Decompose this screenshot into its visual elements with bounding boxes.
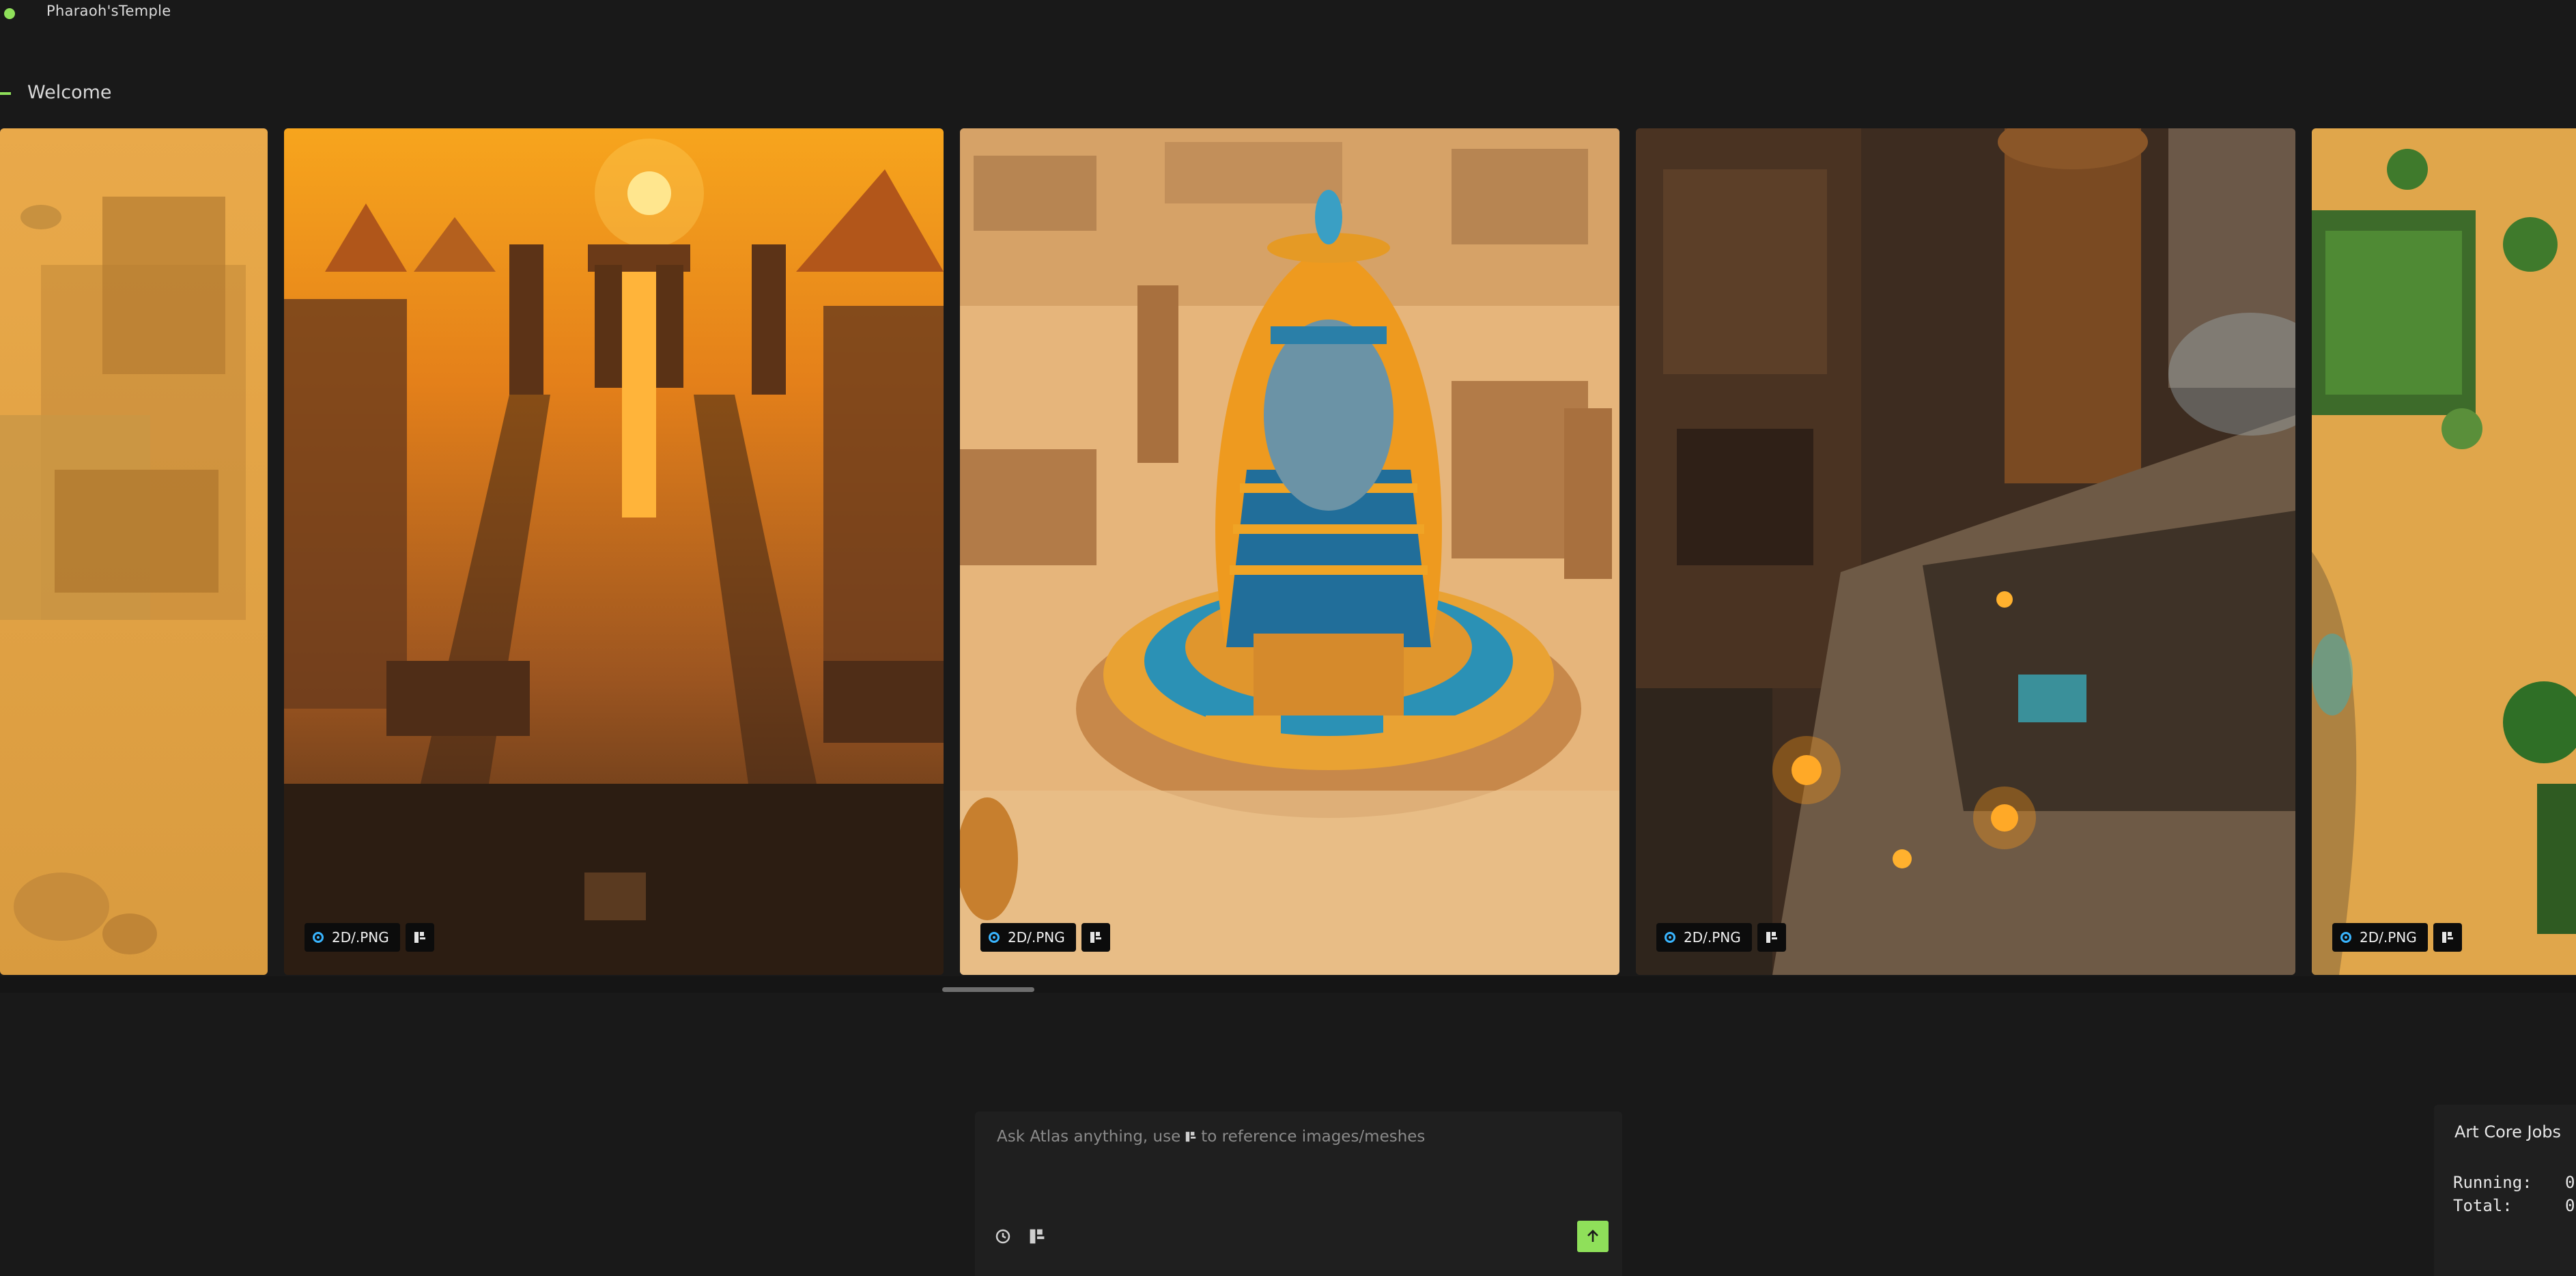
top-bar: Pharaoh'sTemple: [0, 0, 2576, 27]
jobs-total-row: Total: 0: [2453, 1196, 2575, 1215]
reference-image-button[interactable]: [406, 923, 434, 952]
reference-icon: [2442, 932, 2453, 943]
file-type-label: 2D/.PNG: [1684, 929, 1741, 946]
file-type-label: 2D/.PNG: [1008, 929, 1065, 946]
reference-icon: [1186, 1131, 1196, 1142]
file-type-icon: [989, 932, 1000, 943]
jobs-total-value: 0: [2565, 1196, 2575, 1215]
reference-image-button[interactable]: [1081, 923, 1110, 952]
jobs-running-value: 0: [2565, 1173, 2575, 1192]
reference-image-button[interactable]: [1757, 923, 1786, 952]
art-core-jobs-panel: Art Core Jobs Running: 0 Total: 0: [2434, 1105, 2576, 1276]
project-title[interactable]: Pharaoh'sTemple: [46, 3, 171, 19]
file-type-icon: [2340, 932, 2351, 943]
reference-icon: [1090, 932, 1101, 943]
file-type-label: 2D/.PNG: [2360, 929, 2417, 946]
reference-icon: [414, 932, 425, 943]
arrow-up-icon: [1587, 1230, 1598, 1242]
send-button[interactable]: [1577, 1221, 1609, 1252]
generated-image: [0, 128, 268, 975]
jobs-title: Art Core Jobs: [2454, 1122, 2561, 1142]
file-type-label: 2D/.PNG: [332, 929, 389, 946]
image-gallery[interactable]: 2D/.PNG 2D/.PNG 2D/.PNG 2D/.PNG: [0, 128, 2576, 976]
generated-image: [1636, 128, 2295, 975]
gallery-card[interactable]: [0, 128, 268, 975]
history-icon[interactable]: [994, 1228, 1012, 1245]
gallery-card[interactable]: 2D/.PNG: [2312, 128, 2576, 975]
file-type-badge[interactable]: 2D/.PNG: [980, 923, 1076, 952]
generated-image: [2312, 128, 2576, 975]
reference-icon: [1766, 932, 1777, 943]
file-type-badge[interactable]: 2D/.PNG: [305, 923, 400, 952]
file-type-icon: [313, 932, 324, 943]
gallery-card[interactable]: 2D/.PNG: [960, 128, 1619, 975]
file-type-badge[interactable]: 2D/.PNG: [1656, 923, 1752, 952]
generated-image: [284, 128, 944, 975]
gallery-card[interactable]: 2D/.PNG: [284, 128, 944, 975]
section-title: Welcome: [27, 82, 112, 103]
active-section-marker: [0, 92, 11, 95]
file-type-icon: [1665, 932, 1675, 943]
gallery-card[interactable]: 2D/.PNG: [1636, 128, 2295, 975]
chat-panel[interactable]: Ask Atlas anything, use to reference ima…: [975, 1111, 1622, 1276]
status-dot-icon: [4, 8, 15, 19]
chat-placeholder-prefix: Ask Atlas anything, use: [997, 1128, 1181, 1146]
chat-input[interactable]: Ask Atlas anything, use to reference ima…: [997, 1128, 1425, 1146]
generated-image: [960, 128, 1619, 975]
file-type-badge[interactable]: 2D/.PNG: [2332, 923, 2428, 952]
jobs-running-row: Running: 0: [2453, 1173, 2575, 1192]
reference-image-button[interactable]: [2433, 923, 2462, 952]
chat-placeholder-suffix: to reference images/meshes: [1201, 1128, 1426, 1146]
reference-icon[interactable]: [1028, 1228, 1046, 1245]
jobs-running-label: Running:: [2453, 1173, 2532, 1192]
jobs-total-label: Total:: [2453, 1196, 2513, 1215]
gallery-scrollbar-thumb[interactable]: [942, 987, 1034, 992]
gallery-scroll-track[interactable]: [0, 976, 2576, 993]
